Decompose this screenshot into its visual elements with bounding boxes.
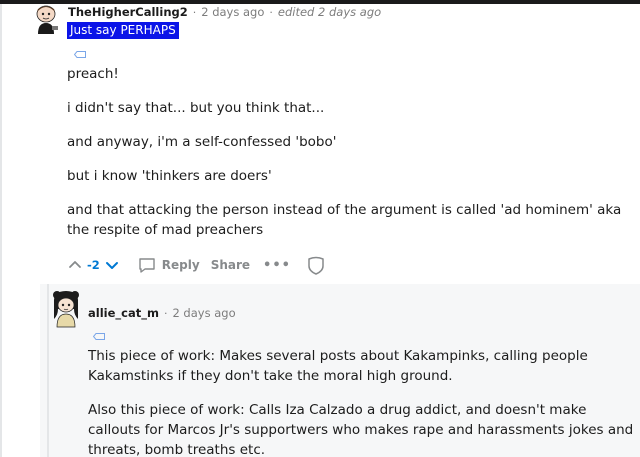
- thread-line[interactable]: [0, 4, 2, 457]
- reply-paragraph: Also this piece of work: Calls Iza Calza…: [88, 402, 634, 457]
- comment-paragraph: preach!: [67, 66, 119, 82]
- user-avatar-icon: [36, 5, 58, 34]
- comment-header: TheHigherCalling2 · 2 days ago · edited …: [68, 4, 381, 20]
- reply-username[interactable]: allie_cat_m: [88, 306, 159, 320]
- award-tag-icon[interactable]: [74, 51, 86, 58]
- downvote-icon[interactable]: [104, 257, 120, 273]
- timestamp[interactable]: 2 days ago: [201, 5, 264, 19]
- award-button[interactable]: [307, 256, 325, 275]
- separator-dot: ·: [269, 5, 273, 19]
- user-avatar-icon: [53, 291, 79, 328]
- award-tag-icon[interactable]: [93, 333, 105, 340]
- separator-dot: ·: [163, 306, 168, 320]
- upvote-icon[interactable]: [67, 257, 83, 273]
- reply-button[interactable]: Reply: [138, 256, 200, 274]
- comment-paragraph: but i know 'thinkers are doers': [67, 168, 272, 184]
- share-button[interactable]: Share: [211, 258, 250, 272]
- reply-header: allie_cat_m · 2 days ago: [88, 305, 236, 321]
- shield-icon: [308, 256, 324, 275]
- more-options-button[interactable]: •••: [263, 258, 291, 273]
- comment-paragraph: i didn't say that... but you think that.…: [67, 100, 325, 116]
- user-avatar[interactable]: [32, 4, 62, 36]
- vote-score: -2: [87, 258, 100, 272]
- username[interactable]: TheHigherCalling2: [68, 5, 188, 19]
- user-flair: Just say PERHAPS: [67, 22, 179, 39]
- comment-paragraph: and anyway, i'm a self-confessed 'bobo': [67, 134, 337, 150]
- reply-body: This piece of work: Makes several posts …: [88, 346, 636, 457]
- reply-timestamp[interactable]: 2 days ago: [172, 306, 235, 320]
- reply-thread-line[interactable]: [47, 284, 49, 457]
- comment-body: preach! i didn't say that... but you thi…: [67, 64, 627, 254]
- reply-label: Reply: [161, 258, 200, 272]
- edited-label: edited 2 days ago: [277, 5, 382, 19]
- reply-bubble-icon: [139, 258, 155, 273]
- reply-paragraph: This piece of work: Makes several posts …: [88, 348, 588, 384]
- separator-dot: ·: [192, 5, 197, 19]
- comment-paragraph: and that attacking the person instead of…: [67, 202, 622, 238]
- comment-actions: -2 Reply Share •••: [67, 254, 325, 276]
- reply-avatar[interactable]: [50, 289, 82, 329]
